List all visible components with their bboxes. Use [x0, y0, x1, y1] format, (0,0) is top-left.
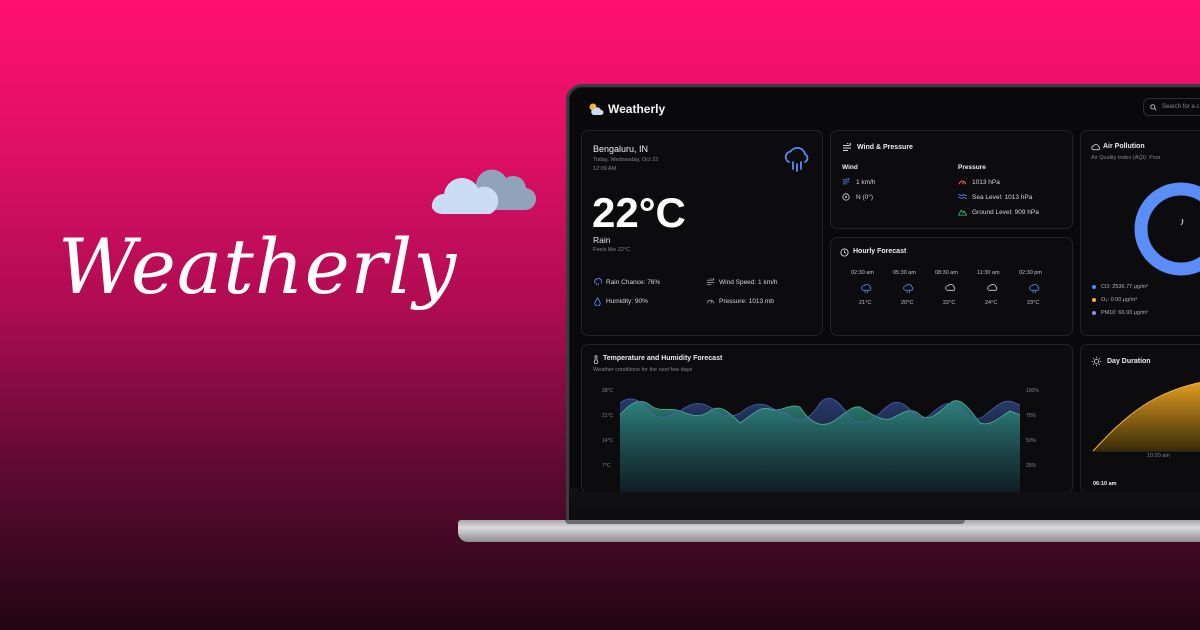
cloud-icon	[945, 284, 956, 291]
ground-level-value: Ground Level: 909 hPa	[972, 209, 1039, 216]
rain-chance-label: Rain Chance: 76%	[606, 279, 661, 286]
app-screen: Weatherly Search for a c Bengaluru, IN T…	[578, 94, 1200, 492]
feels-like-label: Feels like 22°C	[593, 247, 631, 253]
hourly-temp: 23°C	[1027, 300, 1040, 306]
right-axis-tick: 100%	[1026, 388, 1039, 394]
hourly-forecast-card: Hourly Forecast 02:30 am 21°C 05:30 am 20°C…	[830, 237, 1073, 336]
wind-heading: Wind	[842, 164, 858, 171]
air-pollution-title: Air Pollution	[1103, 143, 1145, 150]
right-axis-tick: 50%	[1026, 438, 1037, 444]
left-axis-tick: 7°C	[602, 463, 611, 469]
hourly-time: 11:30 am	[977, 270, 1000, 276]
pollutant-dot	[1092, 285, 1096, 289]
search-placeholder: Search for a c	[1162, 104, 1200, 110]
forecast-chart-subtitle: Weather conditions for the next few days	[593, 367, 693, 373]
day-duration-tick: 10:20 am	[1147, 453, 1170, 459]
wind-speed-value: 1 km/h	[856, 179, 876, 186]
pollutant-label: O₃: 0.00 μg/m³	[1101, 297, 1137, 303]
waves-icon	[958, 194, 967, 199]
rain-icon	[861, 284, 872, 294]
pressure-value: 1013 hPa	[972, 179, 1000, 186]
brand-wordmark: Weatherly	[58, 222, 458, 311]
wind-speed-label: Wind Speed: 1 km/h	[719, 279, 778, 286]
search-icon	[1150, 103, 1157, 111]
pressure-label: Pressure: 1013 mb	[719, 298, 774, 305]
sunrise-label: 06:10 am	[1093, 481, 1117, 487]
forecast-chart-title: Temperature and Humidity Forecast	[603, 355, 723, 362]
left-axis-tick: 28°C	[602, 388, 614, 394]
hourly-time: 08:30 am	[935, 270, 958, 276]
left-axis-tick: 14°C	[602, 438, 614, 444]
laptop-notch	[565, 520, 965, 524]
aqi-label: Air Quality Index (AQI): Poor	[1091, 155, 1161, 161]
temperature-humidity-card: Temperature and Humidity Forecast Weathe…	[581, 344, 1073, 492]
clock-icon	[840, 248, 849, 257]
day-duration-title: Day Duration	[1107, 358, 1151, 365]
sea-level-value: Sea Level: 1013 hPa	[972, 194, 1033, 201]
sun-icon	[1091, 356, 1102, 367]
condition-label: Rain	[593, 235, 611, 245]
wind-direction-value: N (0°)	[856, 194, 874, 201]
hourly-temp: 22°C	[943, 300, 956, 306]
date-label: Today, Wednesday, Oct 23	[593, 157, 659, 163]
cloud-icon	[987, 284, 998, 291]
rain-chance-icon	[594, 278, 602, 286]
rain-icon	[1029, 284, 1040, 294]
right-axis-tick: 75%	[1026, 413, 1037, 419]
time-label: 12:09 AM	[593, 166, 617, 172]
wind-speed-icon	[842, 178, 850, 185]
wind-icon	[843, 143, 851, 151]
forecast-area-chart	[620, 397, 1020, 492]
cloud-logo-icon	[431, 169, 536, 215]
aqi-donut-chart	[1134, 182, 1200, 276]
search-input[interactable]: Search for a c	[1143, 98, 1200, 116]
hourly-time: 02:30 am	[851, 270, 874, 276]
hourly-title: Hourly Forecast	[853, 248, 907, 255]
current-weather-card: Bengaluru, IN Today, Wednesday, Oct 23 1…	[581, 130, 823, 336]
humidity-icon	[594, 297, 601, 306]
hourly-time: 02:30 pm	[1019, 270, 1042, 276]
hourly-time: 05:30 am	[893, 270, 916, 276]
hourly-temp: 24°C	[985, 300, 998, 306]
pollutant-dot	[1092, 298, 1096, 302]
day-duration-card: Day Duration 10:20 am 06:10 am	[1080, 344, 1200, 492]
wind-pressure-title: Wind & Pressure	[857, 144, 913, 151]
thermometer-icon	[593, 355, 599, 364]
app-header: Weatherly Search for a c	[578, 94, 1200, 124]
hourly-temp: 20°C	[901, 300, 914, 306]
wind-icon	[706, 278, 715, 286]
right-axis-tick: 25%	[1026, 463, 1037, 469]
left-axis-tick: 21°C	[602, 413, 614, 419]
rain-icon	[903, 284, 914, 294]
humidity-label: Humidity: 90%	[606, 298, 648, 305]
pollutant-dot	[1092, 311, 1096, 315]
pollutant-label: CO: 2536.77 μg/m³	[1101, 284, 1148, 290]
hourly-temp: 21°C	[859, 300, 872, 306]
rain-cloud-icon	[784, 147, 809, 172]
air-pollution-card: Air Pollution Air Quality Index (AQI): P…	[1080, 130, 1200, 336]
pressure-heading: Pressure	[958, 164, 986, 171]
mountain-icon	[958, 209, 967, 216]
compass-icon	[842, 193, 850, 201]
location-label: Bengaluru, IN	[593, 144, 649, 154]
gauge-icon	[958, 180, 967, 185]
pollutant-label: PM10: 66.93 μg/m³	[1101, 310, 1148, 316]
laptop-keyboard-deck	[566, 488, 1200, 524]
app-title: Weatherly	[608, 102, 666, 116]
pressure-gauge-icon	[706, 299, 715, 304]
temperature-value: 22°C	[592, 189, 686, 236]
daylight-curve	[1093, 382, 1200, 452]
cloud-icon	[1091, 144, 1100, 151]
weather-logo-icon	[589, 103, 604, 115]
wind-pressure-card: Wind & Pressure Wind 1 km/h N (0°) Press…	[830, 130, 1073, 229]
